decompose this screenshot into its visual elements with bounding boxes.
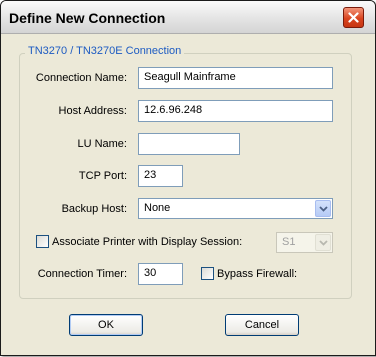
connection-name-input[interactable]: Seagull Mainframe: [138, 67, 333, 89]
printer-session-dropdown-button: [315, 234, 331, 251]
printer-session-select: S1: [276, 232, 333, 253]
title-bar[interactable]: Define New Connection: [1, 1, 375, 34]
close-icon: [348, 12, 359, 23]
host-address-input[interactable]: 12.6.96.248: [138, 100, 333, 122]
tcp-port-label: TCP Port:: [78, 170, 127, 182]
connection-name-label: Connection Name:: [35, 72, 127, 84]
tcp-port-input[interactable]: 23: [138, 165, 183, 187]
dialog-window: Define New Connection TN3270 / TN3270E C…: [0, 0, 376, 356]
backup-host-label: Backup Host:: [61, 203, 127, 215]
backup-host-select[interactable]: None: [138, 198, 333, 219]
chevron-down-icon: [319, 240, 328, 246]
cancel-button[interactable]: Cancel: [225, 314, 299, 336]
bypass-firewall-checkbox[interactable]: [201, 267, 214, 280]
associate-printer-label: Associate Printer with Display Session:: [52, 236, 243, 248]
associate-printer-checkbox[interactable]: [36, 235, 49, 248]
host-address-label: Host Address:: [58, 105, 127, 117]
close-button[interactable]: [343, 7, 364, 28]
connection-timer-label: Connection Timer:: [37, 268, 127, 280]
ok-button[interactable]: OK: [69, 314, 143, 336]
printer-session-value: S1: [282, 236, 296, 248]
connection-timer-input[interactable]: 30: [138, 263, 183, 285]
group-title: TN3270 / TN3270E Connection: [25, 45, 185, 57]
lu-name-label: LU Name:: [77, 138, 127, 150]
lu-name-input[interactable]: [138, 133, 240, 155]
backup-host-value: None: [144, 202, 171, 214]
bypass-firewall-label: Bypass Firewall:: [217, 268, 298, 280]
window-title: Define New Connection: [9, 10, 166, 26]
chevron-down-icon: [319, 206, 328, 212]
dropdown-button[interactable]: [315, 200, 331, 217]
